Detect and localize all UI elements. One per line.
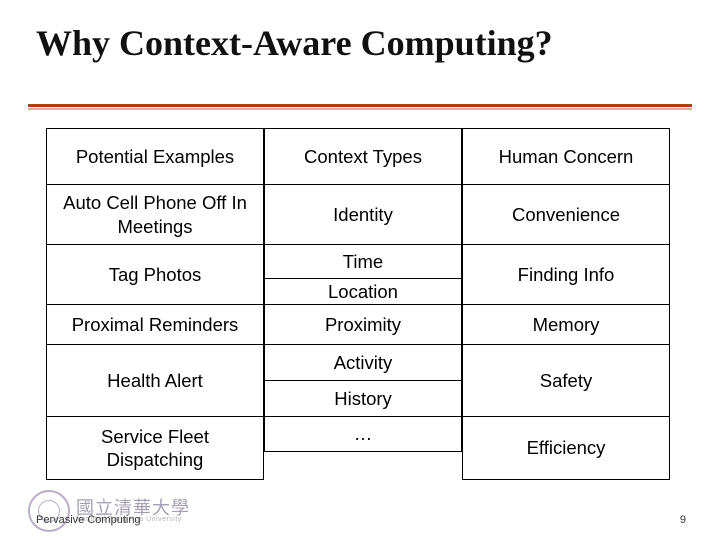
cell-context-7: … <box>265 417 461 451</box>
column-context-types: Context Types Identity Time Location Pro… <box>264 128 462 452</box>
cell-example-2: Tag Photos <box>47 245 263 305</box>
cell-concern-1: Convenience <box>463 185 669 245</box>
title-rule-light <box>28 108 692 110</box>
cell-concern-4: Safety <box>463 345 669 417</box>
cell-context-3: Location <box>265 279 461 305</box>
header-context: Context Types <box>265 129 461 185</box>
cell-concern-3: Memory <box>463 305 669 345</box>
cell-context-4: Proximity <box>265 305 461 345</box>
cell-context-6: History <box>265 381 461 417</box>
page-number: 9 <box>680 514 686 526</box>
cell-concern-5: Efficiency <box>463 417 669 479</box>
column-examples: Potential Examples Auto Cell Phone Off I… <box>46 128 264 480</box>
cell-example-4: Health Alert <box>47 345 263 417</box>
cell-example-3: Proximal Reminders <box>47 305 263 345</box>
cell-context-2: Time <box>265 245 461 279</box>
column-concern: Human Concern Convenience Finding Info M… <box>462 128 670 480</box>
header-concern: Human Concern <box>463 129 669 185</box>
slide: Why Context-Aware Computing? Potential E… <box>0 0 720 540</box>
cell-example-1: Auto Cell Phone Off In Meetings <box>47 185 263 245</box>
cell-context-5: Activity <box>265 345 461 381</box>
cell-example-5: Service Fleet Dispatching <box>47 417 263 479</box>
title-rule-dark <box>28 104 692 107</box>
header-examples: Potential Examples <box>47 129 263 185</box>
footer-course-name: Pervasive Computing <box>36 514 141 526</box>
cell-concern-2: Finding Info <box>463 245 669 305</box>
slide-title: Why Context-Aware Computing? <box>0 0 720 72</box>
cell-context-1: Identity <box>265 185 461 245</box>
